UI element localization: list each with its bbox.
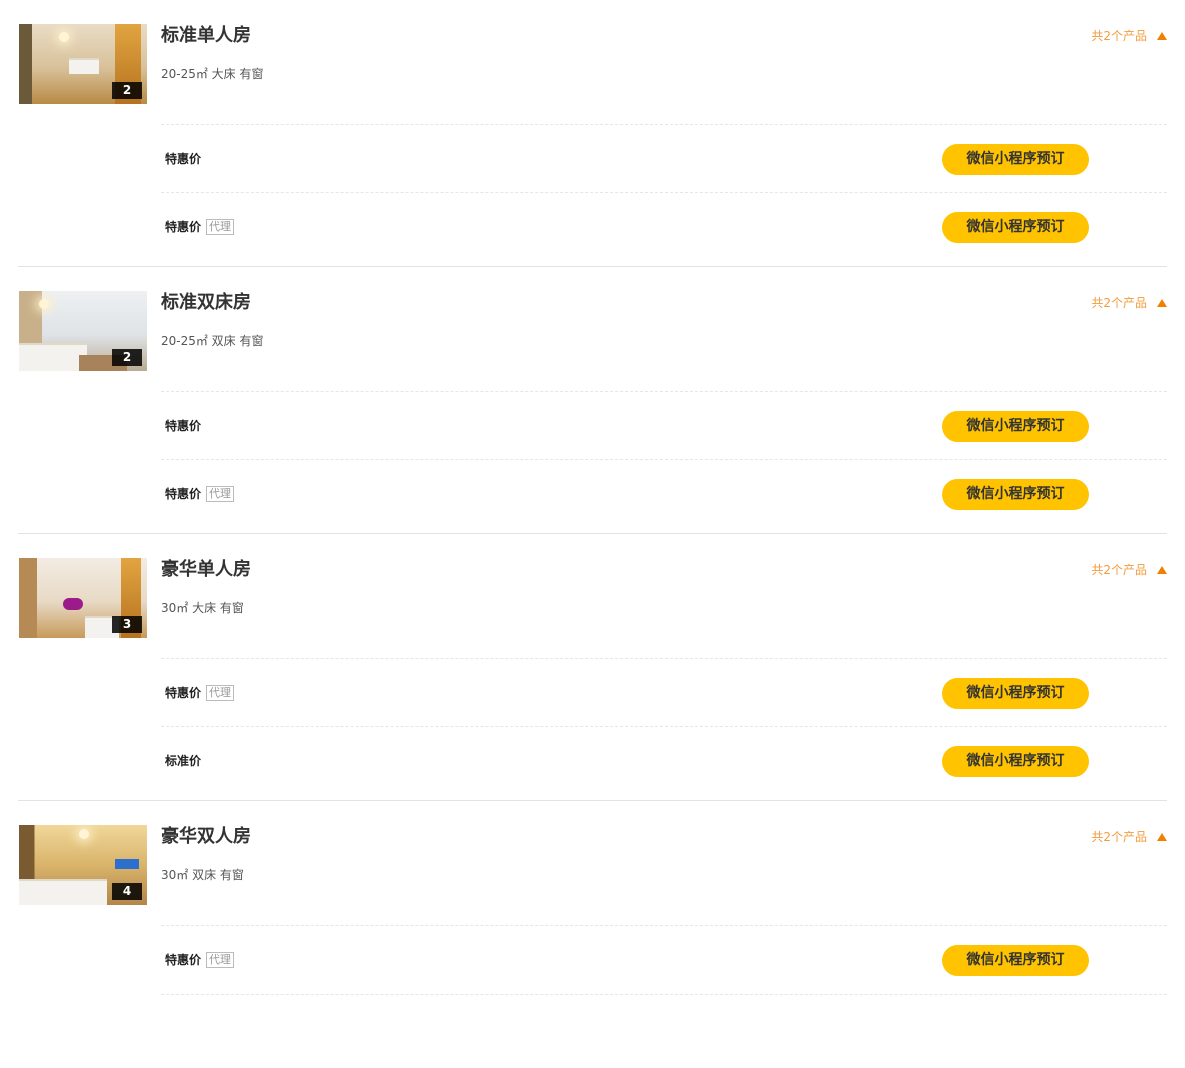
agent-tag: 代理 [206, 486, 235, 502]
room-description: 30㎡ 大床 有窗 [161, 601, 244, 615]
price-type-label: 特惠价 [165, 419, 202, 433]
product-row: 特惠价 代理 微信小程序预订 [161, 658, 1167, 727]
divider [161, 994, 1167, 995]
chair-icon [63, 598, 83, 610]
room-name: 标准双床房 [161, 292, 251, 313]
agent-tag: 代理 [206, 952, 235, 968]
room-name: 标准单人房 [161, 25, 251, 46]
product-count-toggle[interactable]: 共2个产品 [1091, 295, 1167, 311]
price-type: 特惠价 [165, 418, 201, 434]
room-description: 30㎡ 双床 有窗 [161, 868, 244, 882]
product-row: 特惠价 代理 微信小程序预订 [161, 925, 1167, 995]
room-card: 3 豪华单人房 30㎡ 大床 有窗 共2个产品 特惠价 代理 微信小程序预订 标… [18, 534, 1167, 801]
bed-icon [19, 343, 87, 371]
collapse-arrow-icon[interactable] [1157, 32, 1167, 40]
product-count-label: 共2个产品 [1091, 563, 1147, 577]
room-photo[interactable]: 3 [19, 558, 147, 638]
wechat-book-button[interactable]: 微信小程序预订 [942, 411, 1089, 442]
collapse-arrow-icon[interactable] [1157, 833, 1167, 841]
bed-icon [19, 879, 107, 905]
price-type-label: 特惠价 [165, 152, 202, 166]
wechat-book-button[interactable]: 微信小程序预订 [942, 212, 1089, 243]
collapse-arrow-icon[interactable] [1157, 566, 1167, 574]
room-photo[interactable]: 4 [19, 825, 147, 905]
price-type: 特惠价 代理 [165, 952, 235, 968]
lamp-icon [79, 829, 89, 839]
price-type: 特惠价 代理 [165, 685, 235, 701]
room-card: 2 标准单人房 20-25㎡ 大床 有窗 共2个产品 特惠价 微信小程序预订 特… [18, 0, 1167, 267]
product-count-label: 共2个产品 [1091, 29, 1147, 43]
product-row: 特惠价 微信小程序预订 [161, 391, 1167, 460]
price-type-label: 特惠价 [165, 686, 202, 700]
product-row: 特惠价 微信小程序预订 [161, 124, 1167, 193]
price-type-label: 特惠价 [165, 220, 202, 234]
room-card: 2 标准双床房 20-25㎡ 双床 有窗 共2个产品 特惠价 微信小程序预订 特… [18, 267, 1167, 534]
agent-tag: 代理 [206, 219, 235, 235]
collapse-arrow-icon[interactable] [1157, 299, 1167, 307]
price-type: 标准价 [165, 753, 201, 769]
product-row: 特惠价 代理 微信小程序预订 [161, 459, 1167, 528]
product-count-label: 共2个产品 [1091, 830, 1147, 844]
room-card: 4 豪华双人房 30㎡ 双床 有窗 共2个产品 特惠价 代理 微信小程序预订 [18, 801, 1167, 1068]
product-count-label: 共2个产品 [1091, 296, 1147, 310]
price-type-label: 特惠价 [165, 953, 202, 967]
room-name: 豪华单人房 [161, 559, 251, 580]
room-name: 豪华双人房 [161, 826, 251, 847]
room-list: 2 标准单人房 20-25㎡ 大床 有窗 共2个产品 特惠价 微信小程序预订 特… [0, 0, 1185, 1010]
bed-icon [69, 58, 99, 74]
lamp-icon [59, 32, 69, 42]
product-row: 标准价 微信小程序预订 [161, 726, 1167, 795]
wechat-book-button[interactable]: 微信小程序预订 [942, 678, 1089, 709]
tv-icon [115, 859, 139, 869]
product-count-toggle[interactable]: 共2个产品 [1091, 562, 1167, 578]
price-type-label: 标准价 [165, 754, 202, 768]
wechat-book-button[interactable]: 微信小程序预订 [942, 479, 1089, 510]
room-photo[interactable]: 2 [19, 291, 147, 371]
wechat-book-button[interactable]: 微信小程序预订 [942, 144, 1089, 175]
lamp-icon [39, 299, 49, 309]
price-type: 特惠价 代理 [165, 486, 235, 502]
room-photo[interactable]: 2 [19, 24, 147, 104]
wechat-book-button[interactable]: 微信小程序预订 [942, 945, 1089, 976]
photo-count-badge: 2 [112, 82, 142, 99]
room-description: 20-25㎡ 大床 有窗 [161, 67, 264, 81]
photo-count-badge: 4 [112, 883, 142, 900]
price-type-label: 特惠价 [165, 487, 202, 501]
product-count-toggle[interactable]: 共2个产品 [1091, 829, 1167, 845]
price-type: 特惠价 代理 [165, 219, 235, 235]
product-count-toggle[interactable]: 共2个产品 [1091, 28, 1167, 44]
wechat-book-button[interactable]: 微信小程序预订 [942, 746, 1089, 777]
photo-count-badge: 3 [112, 616, 142, 633]
photo-count-badge: 2 [112, 349, 142, 366]
product-row: 特惠价 代理 微信小程序预订 [161, 192, 1167, 261]
agent-tag: 代理 [206, 685, 235, 701]
room-description: 20-25㎡ 双床 有窗 [161, 334, 264, 348]
price-type: 特惠价 [165, 151, 201, 167]
